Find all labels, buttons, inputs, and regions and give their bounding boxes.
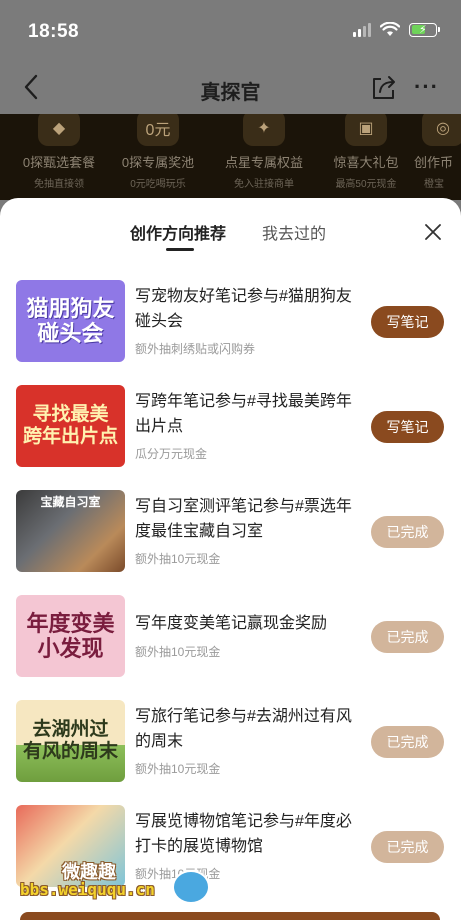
- task-title: 写跨年笔记参与#寻找最美跨年出片点: [135, 393, 352, 435]
- mascot-icon: [172, 870, 210, 904]
- completed-button[interactable]: 已完成: [371, 726, 444, 758]
- coin-icon: ◎: [422, 114, 461, 146]
- write-note-button[interactable]: 写笔记: [371, 411, 444, 443]
- thumbnail-caption: 猫朋狗友 碰头会: [26, 295, 115, 346]
- watermark-url: bbs.weiququ.cn: [20, 880, 155, 899]
- task-reward: 额外抽10元现金: [135, 552, 221, 566]
- gift-icon: ▣: [345, 114, 387, 146]
- diamond-icon: ◆: [38, 114, 80, 146]
- perk-sub: 免抽直接领: [34, 179, 84, 190]
- perk-sub: 最高50元现金: [335, 179, 397, 190]
- tab-bar: 创作方向推荐 我去过的: [0, 198, 461, 262]
- task-title: 写宠物友好笔记参与#猫朋狗友碰头会: [135, 288, 352, 330]
- bottom-sheet: 创作方向推荐 我去过的 猫朋狗友 碰头会 写宠物友好笔记参与#猫朋狗友碰头会 额…: [0, 198, 461, 920]
- perk-sub: 0元吃喝玩乐: [130, 179, 186, 190]
- task-thumbnail: 年度变美 小发现: [16, 595, 125, 677]
- perk-sub: 橙宝: [424, 179, 444, 190]
- perk-title: 0探专属奖池: [121, 155, 195, 170]
- task-reward: 瓜分万元现金: [135, 447, 208, 461]
- close-icon[interactable]: [425, 224, 441, 240]
- perk-item[interactable]: ◆ 0探甄选套餐 免抽直接领: [11, 114, 107, 190]
- task-reward: 额外抽10元现金: [135, 645, 221, 659]
- tab-visited[interactable]: 我去过的: [262, 220, 326, 244]
- perk-item[interactable]: 0元 0探专属奖池 0元吃喝玩乐: [110, 114, 206, 190]
- list-item[interactable]: 猫朋狗友 碰头会 写宠物友好笔记参与#猫朋狗友碰头会 额外抽刺绣贴或闪购券 写笔…: [0, 280, 461, 385]
- coupon-icon: 0元: [137, 114, 179, 146]
- star-icon: ✦: [243, 114, 285, 146]
- task-title: 写旅行笔记参与#去湖州过有风的周末: [135, 708, 352, 750]
- completed-button[interactable]: 已完成: [371, 831, 444, 863]
- task-title: 写年度变美笔记赢现金奖励: [135, 615, 328, 632]
- completed-button[interactable]: 已完成: [371, 621, 444, 653]
- task-title: 写展览博物馆笔记参与#年度必打卡的展览博物馆: [135, 813, 352, 855]
- perk-title: 创作币: [414, 155, 454, 170]
- nav-bar: 真探官 ···: [0, 60, 461, 114]
- list-item[interactable]: 年度变美 小发现 写年度变美笔记赢现金奖励 额外抽10元现金 已完成: [0, 595, 461, 700]
- thumbnail-caption: 寻找最美 跨年出片点: [22, 404, 118, 447]
- list-item[interactable]: 去湖州过 有风的周末 写旅行笔记参与#去湖州过有风的周末 额外抽10元现金 已完…: [0, 700, 461, 805]
- write-note-button[interactable]: 写笔记: [371, 306, 444, 338]
- perk-sub: 免入驻接商单: [234, 179, 294, 190]
- bottom-action-bar[interactable]: [20, 912, 440, 920]
- thumbnail-caption: 宝藏自习室: [40, 495, 101, 509]
- perk-title: 惊喜大礼包: [333, 155, 399, 170]
- perk-item[interactable]: ◎ 创作币 橙宝: [414, 114, 461, 190]
- task-thumbnail: 猫朋狗友 碰头会: [16, 280, 125, 362]
- status-icons: ⚡: [353, 22, 440, 37]
- battery-icon: ⚡: [409, 22, 440, 37]
- task-list: 猫朋狗友 碰头会 写宠物友好笔记参与#猫朋狗友碰头会 额外抽刺绣贴或闪购券 写笔…: [0, 280, 461, 910]
- signal-icon: [353, 22, 371, 37]
- task-thumbnail: 寻找最美 跨年出片点: [16, 385, 125, 467]
- status-time: 18:58: [28, 21, 80, 42]
- list-item[interactable]: 宝藏自习室 写自习室测评笔记参与#票选年度最佳宝藏自习室 额外抽10元现金 已完…: [0, 490, 461, 595]
- wifi-icon: [380, 22, 400, 36]
- perks-band: ◆ 0探甄选套餐 免抽直接领 0元 0探专属奖池 0元吃喝玩乐 ✦ 点星专属权益…: [0, 114, 461, 200]
- list-item[interactable]: 寻找最美 跨年出片点 写跨年笔记参与#寻找最美跨年出片点 瓜分万元现金 写笔记: [0, 385, 461, 490]
- perk-item[interactable]: ✦ 点星专属权益 免入驻接商单: [216, 114, 312, 190]
- status-bar: 18:58 ⚡: [0, 0, 461, 60]
- task-thumbnail: 宝藏自习室: [16, 490, 125, 572]
- more-icon[interactable]: ···: [414, 74, 439, 100]
- perk-title: 点星专属权益: [224, 155, 303, 170]
- perk-item[interactable]: ▣ 惊喜大礼包 最高50元现金: [318, 114, 414, 190]
- share-icon[interactable]: [371, 73, 397, 101]
- active-tab-indicator: [166, 248, 194, 251]
- task-title: 写自习室测评笔记参与#票选年度最佳宝藏自习室: [135, 498, 352, 540]
- completed-button[interactable]: 已完成: [371, 516, 444, 548]
- tab-recommended[interactable]: 创作方向推荐: [130, 220, 226, 244]
- task-thumbnail: 去湖州过 有风的周末: [16, 700, 125, 782]
- watermark: 微趣趣 bbs.weiququ.cn: [20, 856, 210, 906]
- perk-title: 0探甄选套餐: [22, 155, 96, 170]
- task-reward: 额外抽刺绣贴或闪购券: [135, 342, 256, 356]
- thumbnail-caption: 去湖州过 有风的周末: [22, 719, 118, 762]
- task-reward: 额外抽10元现金: [135, 762, 221, 776]
- thumbnail-caption: 年度变美 小发现: [26, 610, 115, 661]
